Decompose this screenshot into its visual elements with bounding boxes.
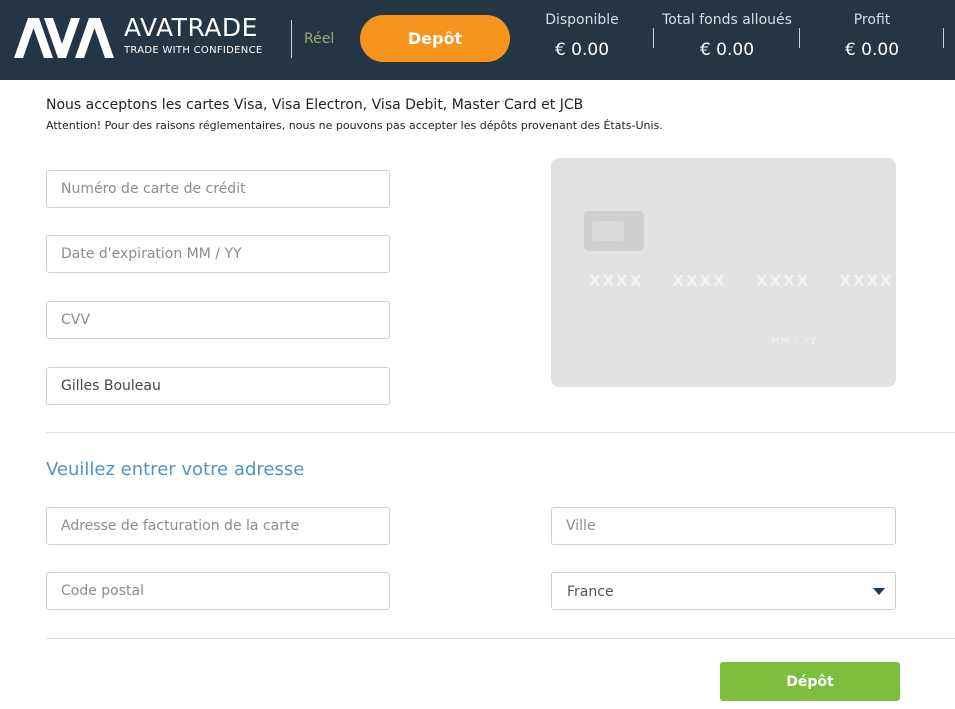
- section-divider: [46, 432, 955, 433]
- chevron-down-icon: [873, 588, 885, 595]
- card-preview-expiry: MM / YY: [771, 336, 818, 347]
- brand-tagline: TRADE WITH CONFIDENCE: [124, 45, 263, 56]
- stat-label: Total fonds alloués: [662, 12, 792, 28]
- country-select[interactable]: France: [551, 572, 896, 610]
- stat-value: € 0.00: [554, 40, 610, 60]
- postal-code-input[interactable]: [46, 572, 390, 610]
- stat-value: € 0.00: [699, 40, 755, 60]
- header-divider: [799, 28, 800, 48]
- header-divider: [291, 20, 292, 58]
- deposit-header-button[interactable]: Depôt: [360, 15, 510, 62]
- cardholder-name-input[interactable]: [46, 367, 390, 405]
- deposit-submit-button[interactable]: Dépôt: [720, 662, 900, 701]
- header-divider: [943, 28, 944, 48]
- stat-total-allocated: Total fonds alloués € 0.00: [655, 10, 799, 61]
- cvv-input[interactable]: [46, 301, 390, 339]
- accepted-cards-text: Nous acceptons les cartes Visa, Visa Ele…: [46, 97, 584, 113]
- avatrade-logo-icon: [14, 18, 114, 58]
- account-mode-label[interactable]: Réel: [304, 30, 334, 48]
- brand-name: AVATRADE: [124, 13, 258, 42]
- card-chip-icon: [584, 211, 644, 251]
- card-number-input[interactable]: [46, 170, 390, 208]
- stat-available: Disponible € 0.00: [530, 10, 634, 61]
- city-input[interactable]: [551, 507, 896, 545]
- expiry-date-input[interactable]: [46, 235, 390, 273]
- country-selected-value: France: [567, 584, 614, 600]
- section-divider: [46, 638, 955, 639]
- address-heading: Veuillez entrer votre adresse: [46, 459, 305, 480]
- stat-label: Profit: [853, 12, 891, 28]
- header-divider: [653, 28, 654, 48]
- us-restriction-notice: Attention! Pour des raisons réglementair…: [46, 119, 663, 132]
- billing-address-input[interactable]: [46, 507, 390, 545]
- credit-card-preview: XXXX XXXX XXXX XXXX MM / YY: [551, 158, 896, 387]
- top-bar: AVATRADE TRADE WITH CONFIDENCE Réel Depô…: [0, 0, 955, 80]
- stat-label: Disponible: [545, 12, 619, 28]
- stat-value: € 0.00: [844, 40, 900, 60]
- stat-profit: Profit € 0.00: [820, 10, 924, 61]
- card-preview-number: XXXX XXXX XXXX XXXX: [589, 272, 894, 290]
